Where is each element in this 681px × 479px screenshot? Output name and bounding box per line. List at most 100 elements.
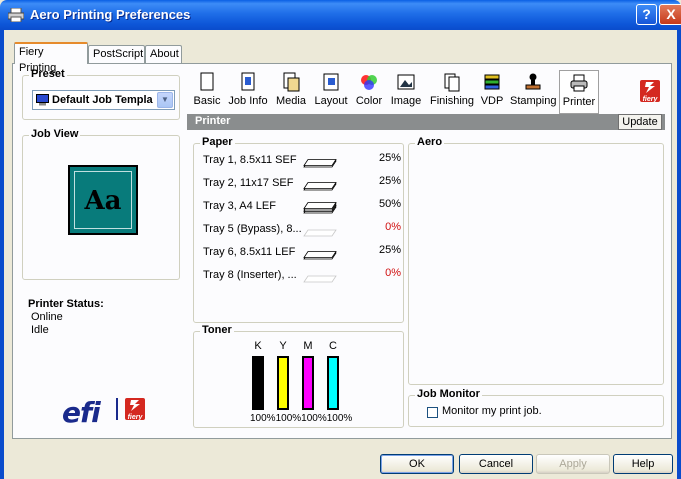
layout-icon: [323, 73, 339, 91]
paper-title: Paper: [200, 136, 235, 148]
toolbar-vdp[interactable]: VDP: [479, 72, 505, 112]
toner-label: Y: [279, 340, 287, 352]
fiery-logo: fiery: [125, 398, 145, 421]
tray-percent: 0%: [385, 221, 401, 233]
toolbar-image[interactable]: Image: [389, 72, 423, 112]
help-title-button[interactable]: ?: [636, 4, 657, 25]
paper-tray-icon: [303, 229, 337, 237]
toolbar-finishing-label: Finishing: [430, 95, 475, 107]
finishing-icon: [444, 73, 460, 92]
toolbar-job-info-label: Job Info: [228, 95, 268, 107]
toolbar-vdp-label: VDP: [480, 95, 504, 107]
toolbar-layout[interactable]: Layout: [313, 72, 349, 112]
monitor-print-job-label[interactable]: Monitor my print job.: [442, 405, 542, 417]
toolbar-basic-label: Basic: [193, 95, 221, 107]
toolbar-media[interactable]: Media: [275, 72, 307, 112]
color-icon: [361, 75, 377, 90]
fiery-logo-text: fiery: [127, 414, 143, 421]
toner-label: M: [303, 340, 313, 352]
paper-tray-icon: [303, 159, 337, 168]
monitor-print-job-checkbox[interactable]: [427, 407, 438, 418]
printer-icon: [570, 74, 588, 92]
tab-about[interactable]: About: [145, 45, 182, 63]
toner-bar: [252, 356, 264, 410]
toolbar-color[interactable]: Color: [355, 72, 383, 112]
paper-tray-icon: [303, 202, 337, 214]
toolbar-printer-label: Printer: [562, 96, 596, 108]
aero-group: Aero: [408, 136, 664, 385]
printer-status-idle: Idle: [31, 324, 49, 336]
toner-title: Toner: [200, 324, 234, 336]
help-button[interactable]: Help: [613, 454, 673, 474]
monitor-icon: [36, 94, 49, 106]
tray-name: Tray 2, 11x17 SEF: [203, 177, 294, 189]
title-bar: Aero Printing Preferences ? X: [0, 0, 681, 30]
apply-button[interactable]: Apply: [536, 454, 610, 474]
tab-postscript[interactable]: PostScript: [88, 45, 145, 63]
tray-percent: 25%: [378, 152, 401, 164]
toolbar-job-info[interactable]: Job Info: [227, 72, 269, 112]
preview-text: Aa: [74, 171, 132, 229]
toolbar-printer[interactable]: Printer: [559, 70, 599, 114]
preset-value: Default Job Templa: [52, 94, 153, 106]
job-view-title: Job View: [29, 128, 81, 140]
tray-percent: 0%: [385, 267, 401, 279]
window-frame-left: [0, 30, 4, 479]
tray-name: Tray 6, 8.5x11 LEF: [203, 246, 296, 258]
update-button[interactable]: Update: [618, 114, 662, 130]
logo-separator: [116, 398, 118, 420]
media-icon: [283, 72, 300, 92]
efi-logo: efi: [62, 396, 101, 429]
fiery-flame-icon: [130, 400, 140, 411]
window-frame-right: [677, 30, 681, 479]
cancel-button[interactable]: Cancel: [459, 454, 533, 474]
toner-fill: [254, 358, 262, 408]
printer-status-label: Printer Status:: [28, 298, 104, 310]
fiery-toolbar-logo: fiery: [640, 80, 660, 103]
job-monitor-title: Job Monitor: [415, 388, 482, 400]
image-icon: [397, 74, 415, 90]
toolbar-stamping[interactable]: Stamping: [510, 72, 556, 112]
fiery-toolbar-logo-text: fiery: [642, 96, 658, 103]
toolbar-stamping-label: Stamping: [510, 95, 557, 107]
toolbar-finishing[interactable]: Finishing: [430, 72, 474, 112]
printer-status-online: Online: [31, 311, 63, 323]
section-header: Printer: [187, 114, 665, 130]
toner-bar: [302, 356, 314, 410]
paper-tray-icon: [303, 251, 337, 260]
toner-label: C: [329, 340, 337, 352]
tray-name: Tray 8 (Inserter), ...: [203, 269, 297, 281]
aero-title: Aero: [415, 136, 445, 148]
tray-name: Tray 5 (Bypass), 8...: [203, 223, 302, 235]
job-info-icon: [241, 72, 255, 91]
toolbar-image-label: Image: [390, 95, 422, 107]
toner-fill: [279, 358, 287, 408]
stamping-icon: [525, 73, 541, 90]
basic-icon: [200, 72, 214, 91]
close-button[interactable]: X: [659, 4, 681, 25]
toner-bar: [277, 356, 289, 410]
paper-tray-icon: [303, 182, 337, 191]
printer-app-icon: [8, 8, 24, 22]
chevron-down-icon[interactable]: ▼: [157, 92, 173, 108]
toner-label: K: [254, 340, 262, 352]
toolbar-layout-label: Layout: [314, 95, 348, 107]
vdp-icon: [484, 74, 500, 90]
toner-fill: [304, 358, 312, 408]
toner-percentages: 100%100%100%100%: [250, 413, 353, 424]
tray-percent: 50%: [378, 198, 401, 210]
tray-name: Tray 1, 8.5x11 SEF: [203, 154, 297, 166]
tray-percent: 25%: [378, 244, 401, 256]
toolbar-media-label: Media: [276, 95, 306, 107]
toolbar-basic[interactable]: Basic: [192, 72, 222, 112]
window-title: Aero Printing Preferences: [30, 7, 191, 22]
tab-fiery-printing[interactable]: Fiery Printing: [14, 42, 88, 74]
preset-select[interactable]: Default Job Templa ▼: [32, 90, 175, 110]
ok-button[interactable]: OK: [380, 454, 454, 474]
fiery-flame-icon: [645, 82, 655, 93]
job-preview: Aa: [68, 165, 138, 235]
paper-tray-icon: [303, 275, 337, 283]
toner-bar: [327, 356, 339, 410]
tray-percent: 25%: [378, 175, 401, 187]
toolbar-color-label: Color: [355, 95, 383, 107]
